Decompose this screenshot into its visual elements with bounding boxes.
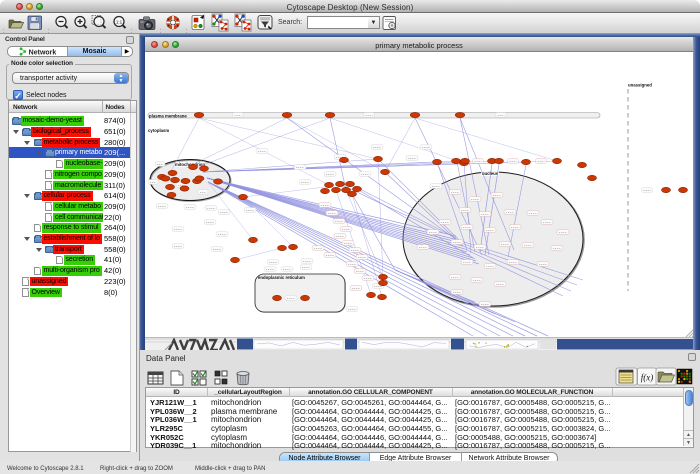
svg-text:cytoplasm: cytoplasm [148,128,169,133]
svg-text:unassigned: unassigned [628,83,652,88]
svg-text:endoplasmic reticulum: endoplasmic reticulum [258,275,305,280]
svg-text:1:1: 1:1 [116,19,123,24]
svg-text:f(x): f(x) [641,373,654,383]
svg-text:plasma membrane: plasma membrane [149,113,187,118]
